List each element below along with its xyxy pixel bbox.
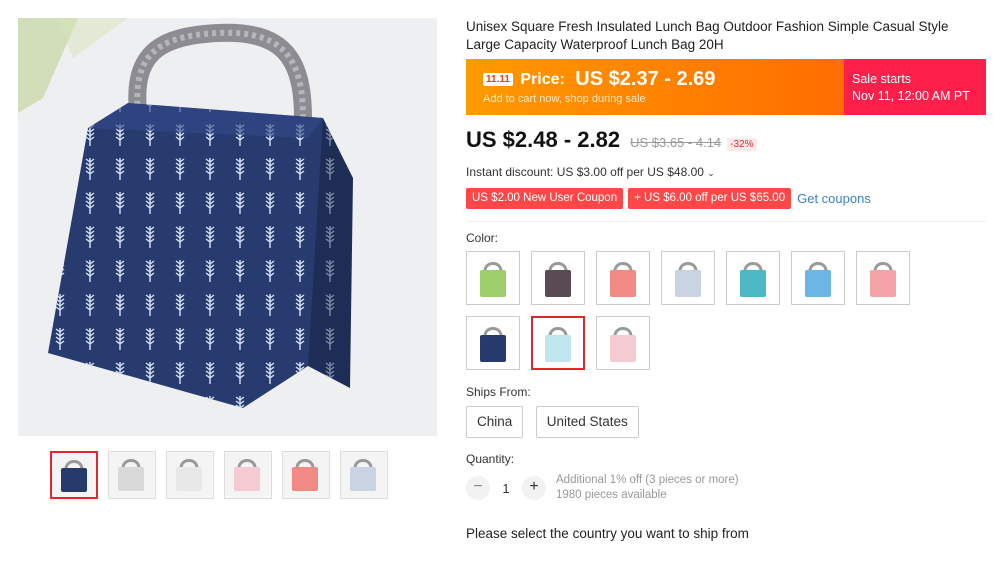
- promo-price-label: Price:: [520, 70, 565, 88]
- bag-thumbnail-icon: [167, 452, 211, 496]
- bag-swatch-icon: [545, 262, 571, 297]
- bag-swatch-icon: [480, 262, 506, 297]
- discount-badge: -32%: [727, 138, 757, 151]
- ships-from-label: Ships From:: [466, 385, 531, 399]
- store-coupon[interactable]: + US $6.00 off per US $65.00: [628, 188, 792, 209]
- color-section: Color:: [466, 231, 986, 370]
- thumbnail-navy[interactable]: [50, 451, 98, 499]
- bag-swatch-icon: [480, 327, 506, 362]
- bulk-discount-note: Additional 1% off (3 pieces or more): [556, 474, 739, 486]
- stock-available: 1980 pieces available: [556, 489, 667, 501]
- product-title: Unisex Square Fresh Insulated Lunch Bag …: [466, 19, 949, 52]
- bag-thumbnail-icon: [109, 452, 153, 496]
- thumbnail-strip: [50, 451, 388, 499]
- coupon-row: US $2.00 New User Coupon + US $6.00 off …: [466, 188, 986, 209]
- thumbnail-light-pink[interactable]: [224, 451, 272, 499]
- quantity-input[interactable]: 1: [490, 481, 522, 496]
- quantity-label: Quantity:: [466, 452, 515, 466]
- quantity-increment-button[interactable]: +: [522, 476, 546, 500]
- ship-country-notice: Please select the country you want to sh…: [466, 526, 749, 541]
- quantity-note: Additional 1% off (3 pieces or more) 198…: [556, 473, 739, 503]
- ships-from-section: Ships From: China United States: [466, 385, 986, 438]
- bag-swatch-icon: [870, 262, 896, 297]
- bag-swatch-icon: [675, 262, 701, 297]
- instant-discount-text: Instant discount: US $3.00 off per US $4…: [466, 165, 704, 179]
- get-coupons-link[interactable]: Get coupons: [797, 191, 871, 206]
- promo-banner: 11.11 Price: US $2.37 - 2.69 Add to cart…: [466, 59, 986, 115]
- bag-swatch-icon: [805, 262, 831, 297]
- bag-swatch-icon: [545, 327, 571, 362]
- color-swatch-white-pattern[interactable]: [661, 251, 715, 305]
- sale-starts-date: Nov 11, 12:00 AM PT: [852, 89, 970, 103]
- thumbnail-white-pattern[interactable]: [340, 451, 388, 499]
- new-user-coupon[interactable]: US $2.00 New User Coupon: [466, 188, 624, 209]
- sale-starts-block: Sale starts Nov 11, 12:00 AM PT: [844, 59, 986, 115]
- color-swatch-pink[interactable]: [856, 251, 910, 305]
- color-swatch-light-pink[interactable]: [596, 316, 650, 370]
- color-swatch-blue[interactable]: [791, 251, 845, 305]
- current-price: US $2.48 - 2.82: [466, 127, 621, 152]
- promo-price: US $2.37 - 2.69: [575, 68, 716, 90]
- color-swatch-teal-leaf[interactable]: [726, 251, 780, 305]
- color-label: Color:: [466, 231, 499, 245]
- thumbnail-interior[interactable]: [108, 451, 156, 499]
- quantity-decrement-button[interactable]: −: [466, 476, 490, 500]
- color-swatch-dark-floral[interactable]: [531, 251, 585, 305]
- thumbnail-coral[interactable]: [282, 451, 330, 499]
- bag-thumbnail-icon: [225, 452, 269, 496]
- quantity-section: Quantity: − 1 + Additional 1% off (3 pie…: [466, 452, 986, 503]
- promo-price-block: 11.11 Price: US $2.37 - 2.69 Add to cart…: [466, 59, 844, 115]
- bag-thumbnail-icon: [52, 453, 96, 497]
- color-swatches: [466, 251, 936, 370]
- lunch-bag-image: [18, 18, 437, 436]
- price-row: US $2.48 - 2.82 US $3.65 - 4.14 -32%: [466, 127, 986, 153]
- thumbnail-all-colors[interactable]: [166, 451, 214, 499]
- chevron-down-icon: ⌄: [707, 168, 715, 178]
- product-info: Unisex Square Fresh Insulated Lunch Bag …: [466, 18, 986, 541]
- promo-subtitle: Add to cart now, shop during sale: [483, 93, 646, 105]
- bag-swatch-icon: [610, 262, 636, 297]
- original-price: US $3.65 - 4.14: [630, 135, 722, 150]
- quantity-stepper: − 1 + Additional 1% off (3 pieces or mor…: [466, 473, 986, 503]
- main-product-image[interactable]: [18, 18, 437, 436]
- color-swatch-navy[interactable]: [466, 316, 520, 370]
- color-swatch-coral[interactable]: [596, 251, 650, 305]
- bag-swatch-icon: [610, 327, 636, 362]
- bag-thumbnail-icon: [283, 452, 327, 496]
- color-swatch-light-blue[interactable]: [531, 316, 585, 370]
- sale-starts-label: Sale starts: [852, 72, 912, 86]
- ship-option-united-states[interactable]: United States: [535, 406, 639, 438]
- bag-swatch-icon: [740, 262, 766, 297]
- instant-discount[interactable]: Instant discount: US $3.00 off per US $4…: [466, 165, 986, 179]
- color-swatch-green[interactable]: [466, 251, 520, 305]
- bag-thumbnail-icon: [341, 452, 385, 496]
- ship-option-china[interactable]: China: [466, 406, 524, 438]
- sale-1111-badge: 11.11: [483, 73, 513, 86]
- divider: [466, 221, 986, 222]
